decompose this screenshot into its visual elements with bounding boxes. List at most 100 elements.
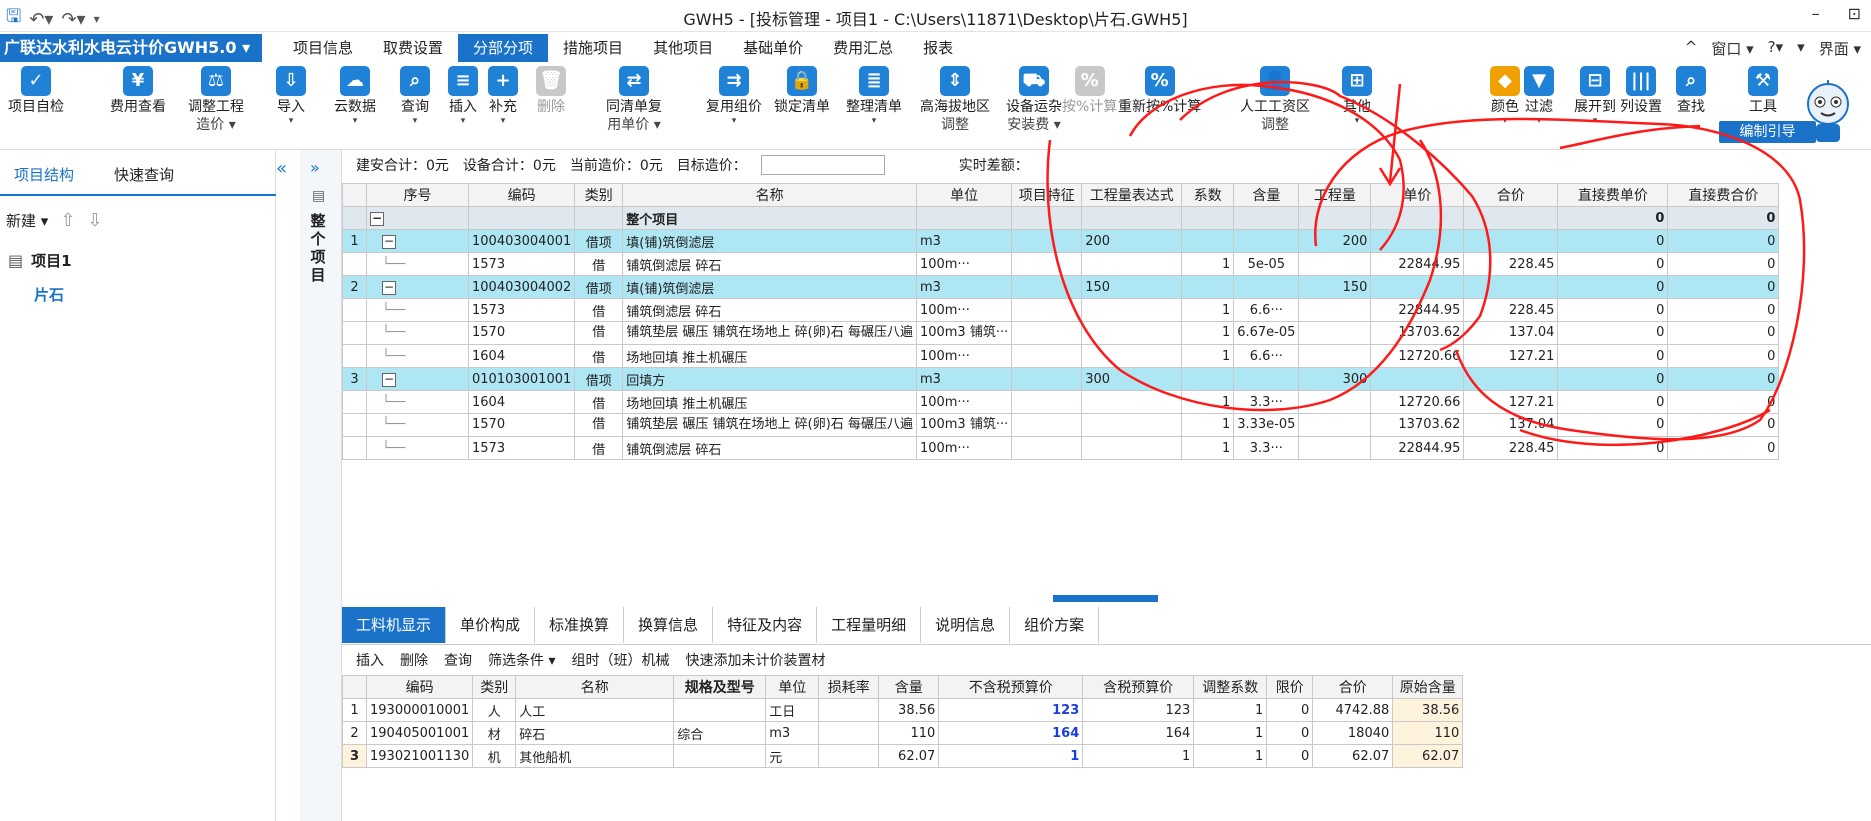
cell-no[interactable]: 3 — [342, 367, 367, 391]
cell-feat[interactable] — [1011, 229, 1083, 253]
cell-cat[interactable]: 借 — [574, 390, 624, 414]
cell-feat[interactable] — [1011, 367, 1083, 391]
cell-d2[interactable]: 0 — [1667, 252, 1780, 276]
table-row[interactable]: 2 − 100403004002 借项 填(铺)筑倒滤层 m3 150 150 0 0 — [342, 275, 1780, 299]
tree-project-node[interactable]: ▤ 项目1 — [8, 250, 72, 271]
resource-row[interactable]: 1 193000010001 人人工 工日 38.56 123 123 1 0 4742.88 38… — [342, 698, 1464, 722]
new-button[interactable]: 新建 ▾ — [6, 210, 48, 231]
cell-unit[interactable]: 工日 — [765, 698, 820, 722]
cell-d2[interactable]: 0 — [1667, 321, 1780, 345]
cell-code[interactable]: 193000010001 — [365, 698, 474, 722]
toolbar-btn-16[interactable]: % 重新按%计算 — [1118, 66, 1201, 116]
cell-name[interactable]: 其他船机 — [515, 744, 675, 768]
detail-menu-item-5[interactable]: 快速添加未计价装置材 — [685, 650, 825, 670]
cell-d1[interactable]: 0 — [1557, 275, 1669, 299]
cell-price[interactable] — [1370, 367, 1465, 391]
cell-no[interactable] — [342, 298, 367, 322]
cell-content[interactable] — [1233, 275, 1300, 299]
cell-d2[interactable]: 0 — [1667, 344, 1780, 368]
cell-unit[interactable]: m3 — [765, 721, 820, 745]
cell-price[interactable]: 22844.95 — [1370, 436, 1465, 460]
cell-content[interactable]: 6.6··· — [1233, 298, 1300, 322]
cell-total[interactable]: 228.45 — [1463, 436, 1559, 460]
cell-content[interactable]: 3.3··· — [1233, 436, 1300, 460]
collapse-icon[interactable]: − — [382, 372, 396, 387]
assistant-robot-icon[interactable] — [1800, 78, 1856, 146]
collapse-icon[interactable]: − — [382, 234, 396, 249]
table-row-top[interactable]: − 整个项目 0 0 — [342, 206, 1780, 230]
main-col-13[interactable]: 直接费单价 — [1557, 183, 1669, 207]
cell-qty[interactable]: 150 — [1298, 275, 1372, 299]
cell-seq[interactable]: − — [366, 275, 469, 299]
toolbar-btn-18[interactable]: ⊞ 其他 ▾ — [1342, 66, 1372, 126]
target-cost-input[interactable] — [760, 155, 885, 175]
toolbar-btn-7[interactable]: + 补充 ▾ — [488, 66, 518, 126]
main-col-12[interactable]: 合价 — [1463, 183, 1559, 207]
toolbar-btn-2[interactable]: ⚖ 调整工程 造价 ▾ — [188, 66, 244, 134]
cell-name[interactable]: 铺筑倒滤层 碎石 — [622, 436, 917, 460]
cell-no[interactable]: 1 — [342, 229, 367, 253]
tree-unit-node[interactable]: 片石 — [34, 284, 64, 305]
resource-col-2[interactable]: 类别 — [472, 675, 517, 699]
toolbar-btn-23[interactable]: ⌕ 查找 — [1676, 66, 1706, 116]
main-col-2[interactable]: 编码 — [467, 183, 576, 207]
cell-spec[interactable] — [673, 744, 767, 768]
detail-tab-5[interactable]: 工程量明细 — [817, 607, 922, 643]
cell-unit[interactable]: 100m3 铺筑··· — [915, 413, 1013, 437]
cell-code[interactable]: 010103001001 — [467, 367, 576, 391]
resource-col-11[interactable]: 限价 — [1266, 675, 1314, 699]
tab-project-structure[interactable]: 项目结构 — [14, 164, 74, 185]
cell-price[interactable] — [1370, 229, 1465, 253]
menu-right-0[interactable]: ^ — [1685, 38, 1698, 59]
cell-d1[interactable]: 0 — [1557, 413, 1669, 437]
cell-content[interactable]: 110 — [878, 721, 940, 745]
cell-price[interactable]: 12720.66 — [1370, 390, 1465, 414]
cell-spec[interactable] — [673, 698, 767, 722]
cell-code[interactable]: 1573 — [467, 298, 576, 322]
cell-code[interactable]: 1570 — [467, 321, 576, 345]
cell-qty[interactable] — [1298, 321, 1372, 345]
cell-qty[interactable] — [1298, 413, 1372, 437]
toolbar-btn-15[interactable]: % 按%计算 — [1062, 66, 1117, 116]
cell-price[interactable]: 13703.62 — [1370, 321, 1465, 345]
main-col-14[interactable]: 直接费合价 — [1667, 183, 1780, 207]
cell-price[interactable]: 13703.62 — [1370, 413, 1465, 437]
tab-quick-query[interactable]: 快速查询 — [114, 164, 174, 185]
cell-unit[interactable]: m3 — [915, 275, 1013, 299]
detail-tab-2[interactable]: 标准换算 — [535, 607, 625, 643]
cell-seq[interactable]: └── — [366, 413, 469, 437]
cell-cat[interactable]: 材 — [472, 721, 517, 745]
toolbar-btn-1[interactable]: ¥ 费用查看 — [110, 66, 166, 116]
cell-expr[interactable]: 150 — [1081, 275, 1183, 299]
cell-unit[interactable]: 100m··· — [915, 252, 1013, 276]
resource-col-9[interactable]: 含税预算价 — [1082, 675, 1195, 699]
cell-d2[interactable]: 0 — [1667, 413, 1780, 437]
main-col-9[interactable]: 含量 — [1233, 183, 1300, 207]
cell-adj[interactable]: 1 — [1193, 698, 1268, 722]
main-col-3[interactable]: 类别 — [574, 183, 624, 207]
cell-unit[interactable]: 100m··· — [915, 298, 1013, 322]
toolbar-btn-24[interactable]: ⚒ 工具 — [1748, 66, 1778, 116]
cell-seq[interactable]: └── — [366, 390, 469, 414]
toolbar-btn-9[interactable]: ⇄ 同清单复 用单价 ▾ — [606, 66, 662, 134]
table-row[interactable]: └── 1604 借 场地回填 推土机碾压 100m··· 1 6.6··· 12720.66… — [342, 344, 1780, 368]
menu-tab-5[interactable]: 基础单价 — [728, 34, 818, 62]
cell-code[interactable]: 190405001001 — [365, 721, 474, 745]
cell-coef[interactable] — [1181, 229, 1235, 253]
cell-cat[interactable]: 借项 — [574, 367, 624, 391]
main-col-0[interactable] — [342, 183, 367, 207]
cell-name[interactable]: 填(铺)筑倒滤层 — [622, 275, 917, 299]
cell-d1[interactable]: 0 — [1557, 390, 1669, 414]
detail-menu-item-2[interactable]: 查询 — [444, 650, 472, 670]
cell-qty[interactable]: 300 — [1298, 367, 1372, 391]
cell-price[interactable]: 12720.66 — [1370, 344, 1465, 368]
cell-content[interactable] — [1233, 367, 1300, 391]
cell-pre[interactable]: 164 — [938, 721, 1084, 745]
cell-lim[interactable]: 0 — [1266, 721, 1314, 745]
cell-price[interactable]: 22844.95 — [1370, 298, 1465, 322]
cell-total[interactable]: 137.04 — [1463, 321, 1559, 345]
cell-no[interactable]: 2 — [342, 721, 367, 745]
menu-right-1[interactable]: 窗口 ▾ — [1711, 38, 1753, 59]
cell-total[interactable] — [1463, 229, 1559, 253]
cell-total[interactable]: 62.07 — [1312, 744, 1394, 768]
